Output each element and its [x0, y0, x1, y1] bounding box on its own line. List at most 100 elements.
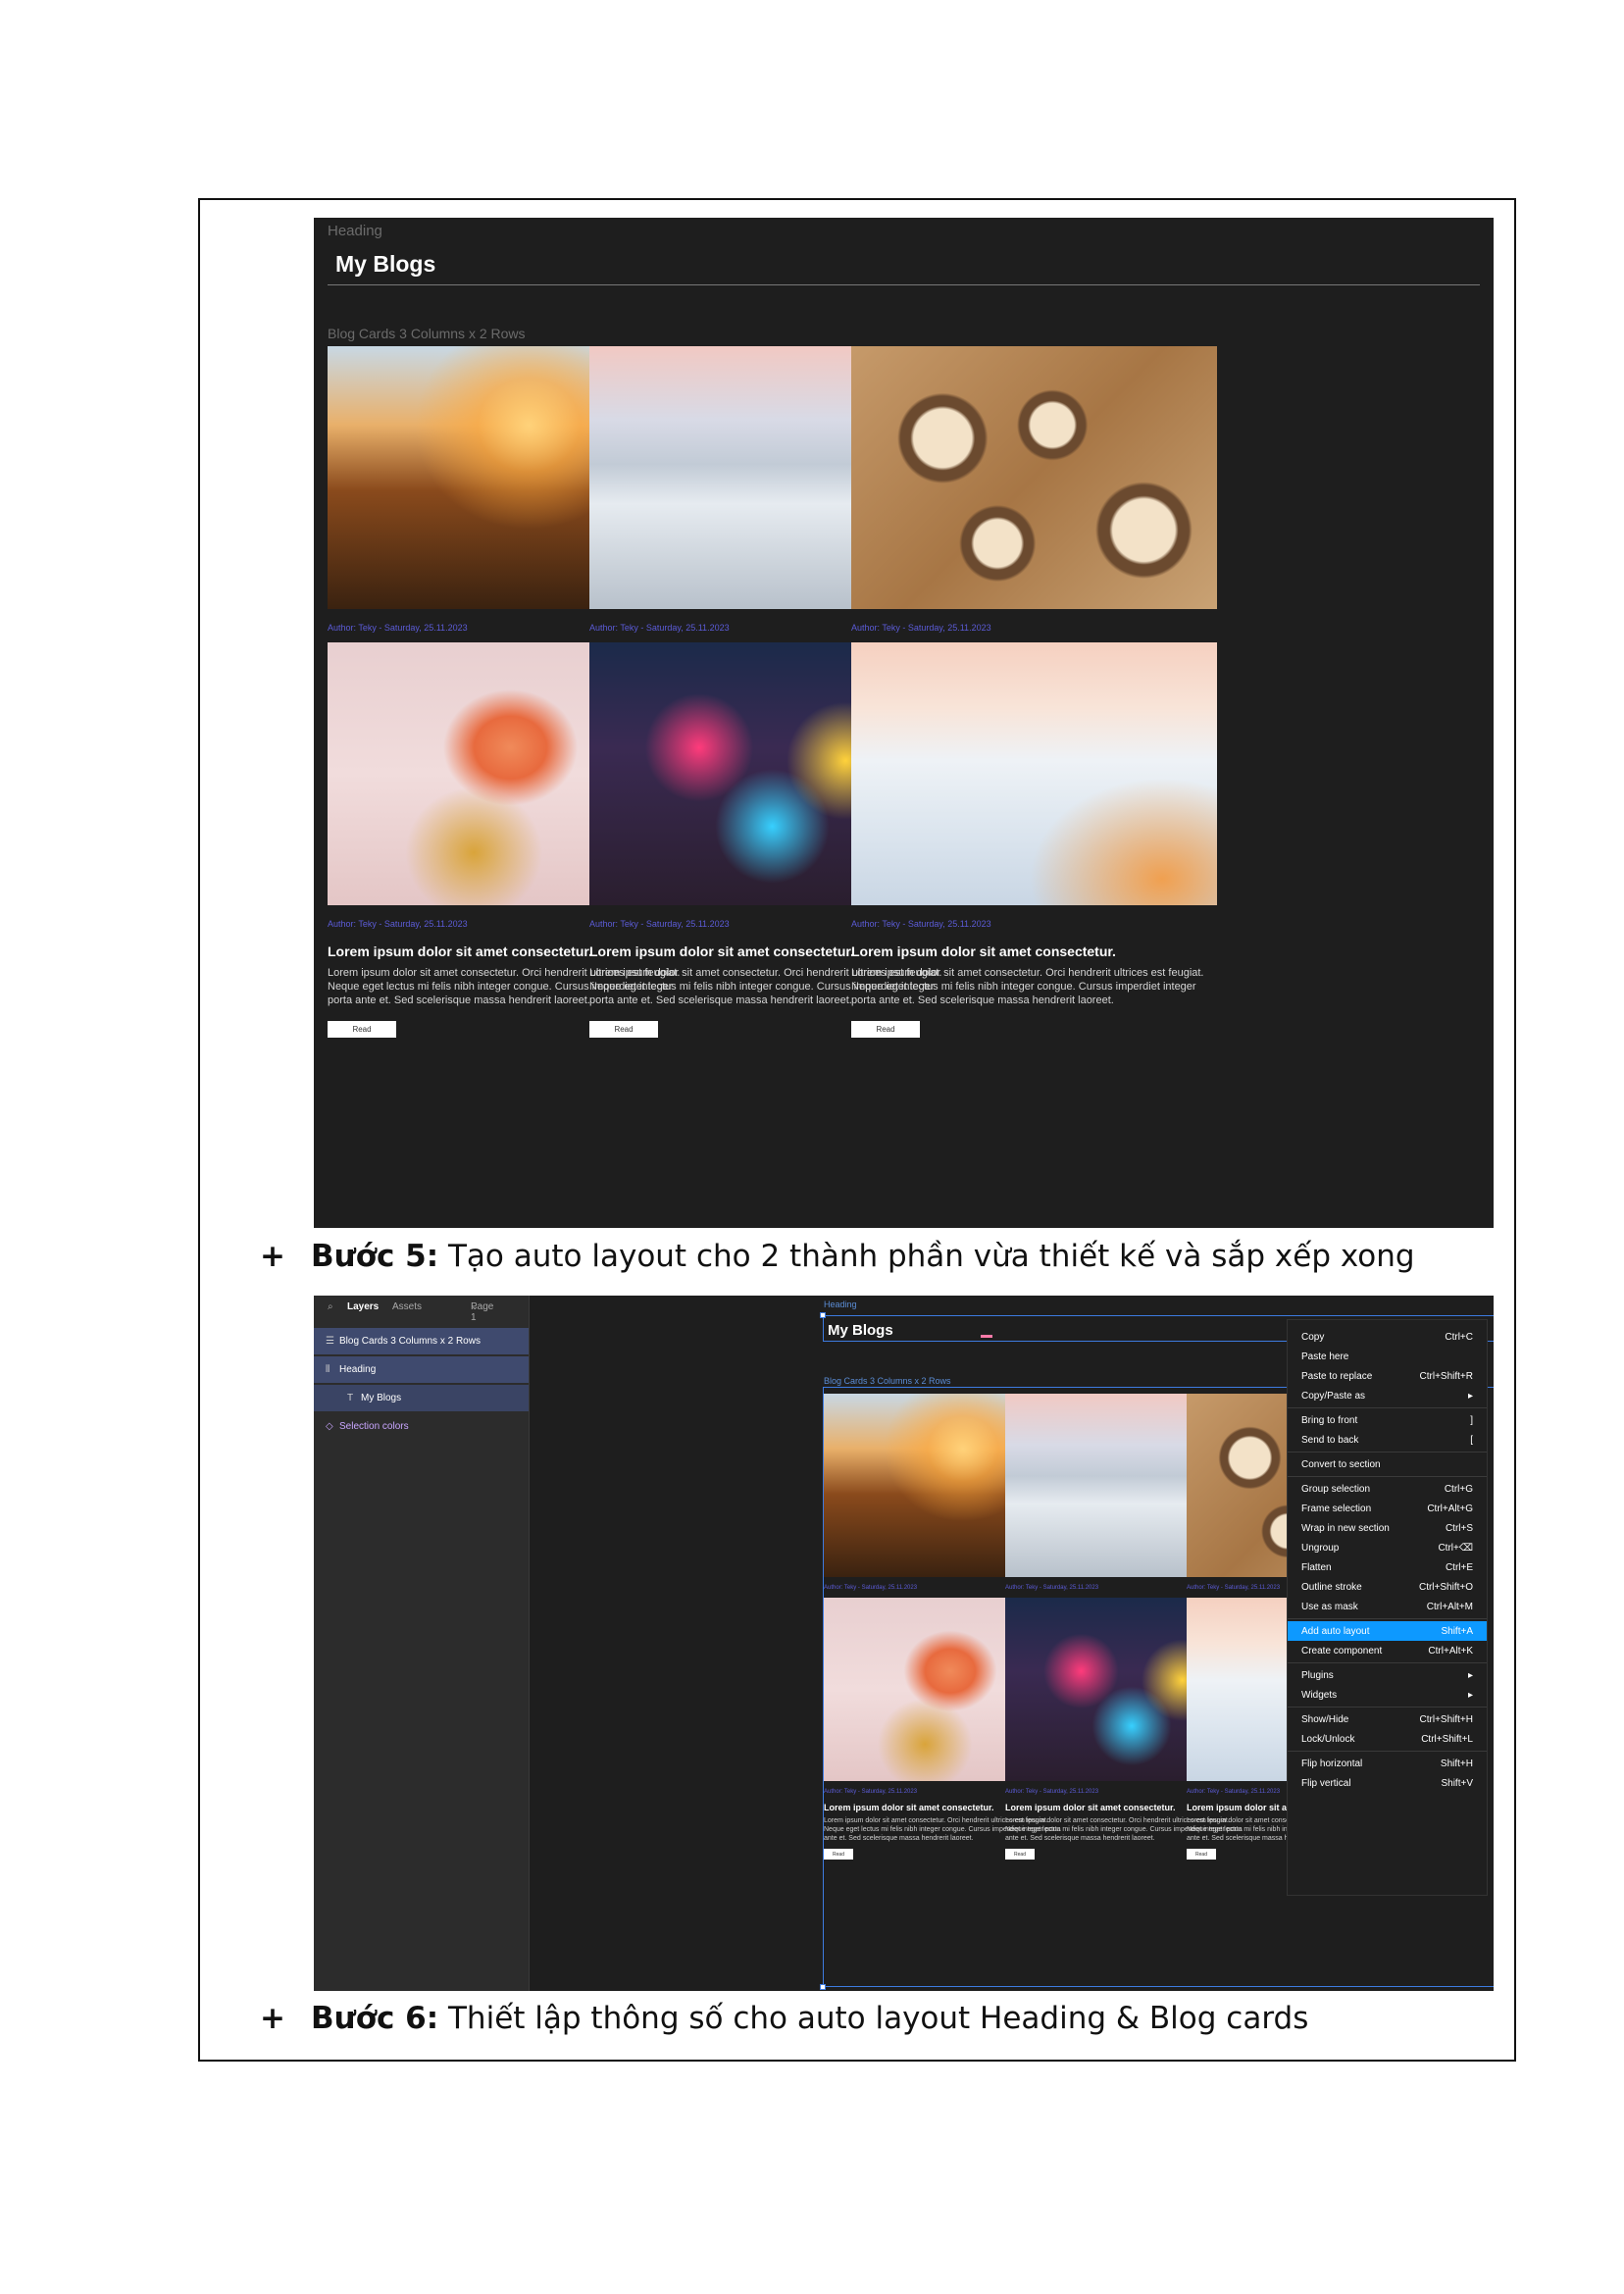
step-5-text: Tạo auto layout cho 2 thành phần vừa thi… [438, 1239, 1415, 1274]
context-menu: Copy Ctrl+C Paste here Paste to replace Ctrl… [1287, 1319, 1488, 1896]
menu-item-flatten[interactable]: Flatten Ctrl+E [1288, 1557, 1487, 1577]
menu-item-shortcut: Ctrl+S [1445, 1522, 1473, 1534]
menu-item-ungroup[interactable]: Ungroup Ctrl+⌫ [1288, 1538, 1487, 1557]
menu-item-shortcut: ▸ [1467, 1669, 1473, 1681]
menu-item-label: Frame selection [1301, 1503, 1372, 1514]
menu-separator [1288, 1751, 1487, 1752]
menu-item-shortcut: Ctrl+Shift+R [1419, 1370, 1473, 1382]
menu-item-shortcut: Shift+V [1441, 1777, 1473, 1789]
menu-item-group-selection[interactable]: Group selection Ctrl+G [1288, 1479, 1487, 1499]
menu-item-label: Paste here [1301, 1351, 1349, 1362]
menu-item-plugins[interactable]: Plugins ▸ [1288, 1665, 1487, 1685]
menu-item-label: Plugins [1301, 1669, 1334, 1681]
menu-item-paste-here[interactable]: Paste here [1288, 1347, 1487, 1366]
menu-item-show-hide[interactable]: Show/Hide Ctrl+Shift+H [1288, 1709, 1487, 1729]
layer-blog-cards[interactable]: ☰ Blog Cards 3 Columns x 2 Rows [314, 1328, 529, 1354]
read-button[interactable]: Read [1187, 1849, 1216, 1860]
menu-separator [1288, 1662, 1487, 1663]
canvas-title: My Blogs [828, 1322, 893, 1339]
read-button[interactable]: Read [589, 1021, 658, 1038]
menu-item-shortcut: ▸ [1467, 1689, 1473, 1701]
bullet-plus: + [260, 1239, 285, 1274]
menu-item-convert-to-section[interactable]: Convert to section [1288, 1454, 1487, 1474]
blog-card-meta: Author: Teky - Saturday, 25.11.2023 [851, 623, 991, 633]
menu-item-lock-unlock[interactable]: Lock/Unlock Ctrl+Shift+L [1288, 1729, 1487, 1749]
menu-separator [1288, 1618, 1487, 1619]
menu-item-label: Group selection [1301, 1483, 1371, 1495]
menu-item-shortcut: ▸ [1467, 1390, 1473, 1402]
panel-tabs: ⌕ Layers Assets Page 1 ⌄ [328, 1301, 519, 1323]
read-button[interactable]: Read [824, 1849, 853, 1860]
resize-handle[interactable] [820, 1312, 826, 1318]
menu-item-paste-to-replace[interactable]: Paste to replace Ctrl+Shift+R [1288, 1366, 1487, 1386]
menu-item-label: Copy/Paste as [1301, 1390, 1366, 1402]
step-5-label: Bước 5: [311, 1239, 439, 1274]
blog-page-screenshot: Heading My Blogs Blog Cards 3 Columns x … [314, 218, 1494, 1228]
menu-item-label: Copy [1301, 1331, 1325, 1343]
menu-item-shortcut: Ctrl+C [1445, 1331, 1473, 1343]
layer-heading[interactable]: ⫴ Heading [314, 1356, 529, 1383]
search-icon[interactable]: ⌕ [328, 1301, 333, 1312]
heading-frame-label: Heading [824, 1300, 857, 1309]
menu-separator [1288, 1452, 1487, 1453]
resize-handle[interactable] [820, 1984, 826, 1990]
menu-separator [1288, 1707, 1487, 1708]
read-button[interactable]: Read [328, 1021, 396, 1038]
step-6-text: Thiết lập thông số cho auto layout Headi… [438, 2001, 1309, 2036]
heading-frame-label: Heading [328, 223, 382, 239]
blog-card-image [851, 346, 1217, 609]
tab-assets[interactable]: Assets [392, 1301, 422, 1312]
grid-frame-label: Blog Cards 3 Columns x 2 Rows [328, 326, 526, 341]
menu-item-label: Outline stroke [1301, 1581, 1362, 1593]
menu-item-label: Flatten [1301, 1561, 1332, 1573]
layer-label: Heading [339, 1364, 377, 1375]
heading-divider [328, 284, 1480, 285]
menu-item-label: Send to back [1301, 1434, 1359, 1446]
menu-item-label: Ungroup [1301, 1542, 1340, 1554]
menu-item-shortcut: Shift+H [1440, 1758, 1473, 1769]
menu-item-shortcut: Ctrl+Shift+O [1418, 1581, 1473, 1593]
menu-item-add-auto-layout[interactable]: Add auto layout Shift+A [1288, 1621, 1487, 1641]
gap-indicator [981, 1335, 992, 1338]
menu-item-label: Use as mask [1301, 1601, 1358, 1612]
menu-item-use-as-mask[interactable]: Use as mask Ctrl+Alt+M [1288, 1597, 1487, 1616]
menu-separator [1288, 1407, 1487, 1408]
menu-item-shortcut: Ctrl+Shift+H [1419, 1713, 1473, 1725]
text-icon: T [347, 1393, 354, 1403]
menu-item-send-to-back[interactable]: Send to back [ [1288, 1430, 1487, 1450]
menu-item-shortcut: Ctrl+Alt+M [1426, 1601, 1473, 1612]
menu-item-shortcut: Ctrl+G [1444, 1483, 1473, 1495]
blog-card-title: Lorem ipsum dolor sit amet consectetur. [851, 943, 1116, 959]
menu-item-label: Flip horizontal [1301, 1758, 1363, 1769]
selection-colors-label: Selection colors [339, 1421, 409, 1432]
menu-item-label: Widgets [1301, 1689, 1338, 1701]
selection-colors[interactable]: ◇ Selection colors [314, 1413, 529, 1440]
menu-item-widgets[interactable]: Widgets ▸ [1288, 1685, 1487, 1705]
grid-frame-label: Blog Cards 3 Columns x 2 Rows [824, 1376, 951, 1386]
menu-item-copy-paste-as[interactable]: Copy/Paste as ▸ [1288, 1386, 1487, 1405]
menu-item-outline-stroke[interactable]: Outline stroke Ctrl+Shift+O [1288, 1577, 1487, 1597]
frame-icon: ☰ [326, 1336, 334, 1347]
menu-item-label: Bring to front [1301, 1414, 1358, 1426]
menu-item-shortcut: Ctrl+E [1445, 1561, 1473, 1573]
menu-item-flip-vertical[interactable]: Flip vertical Shift+V [1288, 1773, 1487, 1793]
tab-layers[interactable]: Layers [347, 1301, 379, 1312]
menu-item-wrap-in-new-section[interactable]: Wrap in new section Ctrl+S [1288, 1518, 1487, 1538]
menu-item-flip-horizontal[interactable]: Flip horizontal Shift+H [1288, 1754, 1487, 1773]
autolayout-icon: ⫴ [326, 1364, 330, 1375]
blog-card: Author: Teky - Saturday, 25.11.2023 Lorem… [851, 642, 1217, 1038]
menu-item-shortcut: [ [1470, 1434, 1473, 1446]
chevron-down-icon: ⌄ [471, 1301, 480, 1312]
color-swatch-icon: ◇ [326, 1421, 333, 1432]
bullet-plus: + [260, 2001, 285, 2036]
read-button[interactable]: Read [1005, 1849, 1035, 1860]
menu-item-frame-selection[interactable]: Frame selection Ctrl+Alt+G [1288, 1499, 1487, 1518]
menu-item-copy[interactable]: Copy Ctrl+C [1288, 1327, 1487, 1347]
layer-my-blogs[interactable]: T My Blogs [314, 1385, 529, 1411]
menu-item-shortcut: Ctrl+Alt+G [1427, 1503, 1473, 1514]
blog-card-image [851, 642, 1217, 905]
menu-item-shortcut: Ctrl+⌫ [1438, 1542, 1473, 1554]
read-button[interactable]: Read [851, 1021, 920, 1038]
menu-item-create-component[interactable]: Create component Ctrl+Alt+K [1288, 1641, 1487, 1660]
menu-item-bring-to-front[interactable]: Bring to front] [1288, 1410, 1487, 1430]
